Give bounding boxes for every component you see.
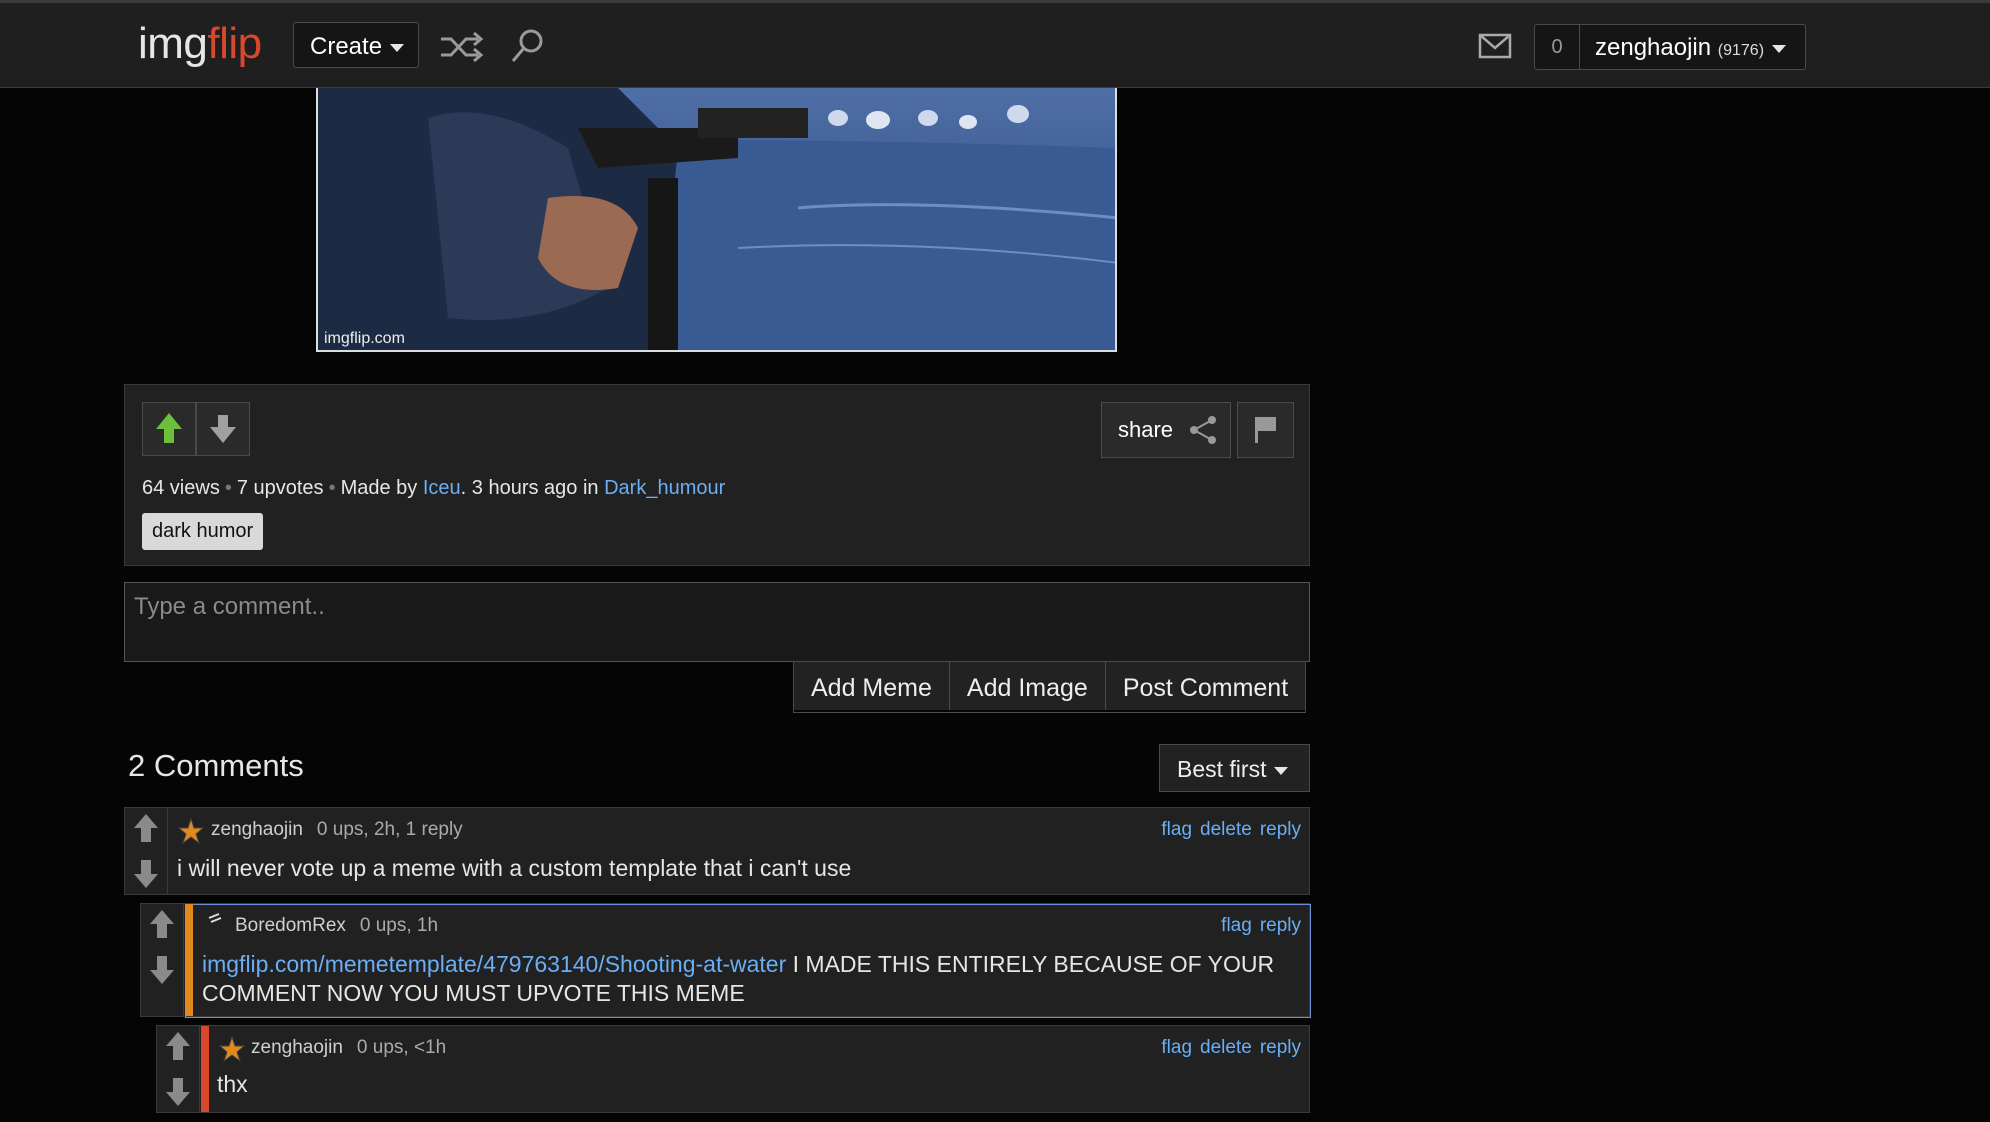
comment-input[interactable] bbox=[124, 582, 1310, 662]
comment-username[interactable]: zenghaojin bbox=[251, 1037, 343, 1058]
comment-downvote-button[interactable] bbox=[141, 948, 183, 990]
meme-upvote-button[interactable] bbox=[142, 402, 196, 456]
username-dropdown[interactable]: zenghaojin (9176) bbox=[1595, 34, 1787, 62]
chevron-down-icon bbox=[390, 43, 405, 52]
comment-upvote-button[interactable] bbox=[125, 808, 167, 850]
comment-text: i will never vote up a meme with a custo… bbox=[177, 855, 852, 881]
meme-image-illustration bbox=[318, 88, 1115, 350]
author-link[interactable]: Iceu bbox=[423, 477, 461, 499]
arrow-up-icon bbox=[156, 413, 182, 443]
comment-downvote-button[interactable] bbox=[157, 1070, 199, 1112]
arrow-down-icon bbox=[134, 860, 158, 888]
comment-item: BoredomRex 0 ups, 1h flag reply imgflip.co… bbox=[140, 903, 1311, 1018]
arrow-up-icon bbox=[166, 1032, 190, 1060]
user-menu[interactable]: 0 zenghaojin (9176) bbox=[1534, 24, 1806, 70]
search-icon[interactable] bbox=[508, 27, 548, 67]
reply-link[interactable]: reply bbox=[1260, 819, 1301, 840]
reply-accent-bar bbox=[201, 1026, 209, 1112]
mail-icon[interactable] bbox=[1478, 33, 1512, 59]
comment-item: zenghaojin 0 ups, <1h flag delete reply thx bbox=[156, 1025, 1310, 1113]
comment-username[interactable]: BoredomRex bbox=[235, 915, 346, 936]
comment-username[interactable]: zenghaojin bbox=[211, 819, 303, 840]
comment-downvote-button[interactable] bbox=[125, 852, 167, 894]
top-navbar: imgflip Create 0 zenghaojin (9176) bbox=[0, 0, 1990, 88]
reply-accent-bar bbox=[185, 904, 193, 1016]
comment-text: imgflip.com/memetemplate/479763140/Shoot… bbox=[202, 951, 1275, 1006]
create-button[interactable]: Create bbox=[293, 22, 419, 68]
meme-info-panel: share 64 views • 7 upvotes • Made by Iceu. 3… bbox=[124, 384, 1310, 566]
flag-link[interactable]: flag bbox=[1161, 1037, 1192, 1058]
meme-image[interactable]: imgflip.com bbox=[316, 88, 1117, 352]
flag-link[interactable]: flag bbox=[1161, 819, 1192, 840]
arrow-up-icon bbox=[150, 910, 174, 938]
comment-text: thx bbox=[217, 1071, 248, 1097]
star-icon bbox=[219, 1036, 245, 1062]
user-avatar-icon bbox=[208, 913, 222, 923]
chevron-down-icon bbox=[1274, 766, 1289, 775]
share-button[interactable]: share bbox=[1101, 402, 1231, 458]
flag-link[interactable]: flag bbox=[1221, 915, 1252, 936]
comment-upvote-button[interactable] bbox=[141, 904, 183, 946]
share-icon bbox=[1190, 416, 1216, 444]
star-icon bbox=[178, 818, 204, 844]
flag-button[interactable] bbox=[1237, 402, 1294, 458]
add-image-button[interactable]: Add Image bbox=[949, 662, 1106, 710]
stream-link[interactable]: Dark_humour bbox=[604, 477, 725, 499]
post-comment-button[interactable]: Post Comment bbox=[1105, 662, 1306, 710]
delete-link[interactable]: delete bbox=[1200, 1037, 1252, 1058]
arrow-down-icon bbox=[150, 956, 174, 984]
comment-upvote-button[interactable] bbox=[157, 1026, 199, 1068]
comment-actions: Add Meme Add Image Post Comment bbox=[793, 661, 1307, 713]
meme-meta: 64 views • 7 upvotes • Made by Iceu. 3 hours… bbox=[142, 477, 726, 499]
sort-dropdown[interactable]: Best first bbox=[1159, 744, 1310, 792]
comments-count: 2 Comments bbox=[128, 748, 304, 783]
comment-vote bbox=[157, 1026, 200, 1112]
imgflip-logo[interactable]: imgflip bbox=[138, 19, 262, 69]
notification-count[interactable]: 0 bbox=[1535, 25, 1580, 69]
shuffle-icon[interactable] bbox=[438, 27, 484, 67]
tag-dark-humor[interactable]: dark humor bbox=[142, 513, 264, 550]
template-link[interactable]: imgflip.com/memetemplate/479763140/Shoot… bbox=[202, 951, 786, 977]
arrow-down-icon bbox=[210, 415, 236, 443]
reply-link[interactable]: reply bbox=[1260, 1037, 1301, 1058]
arrow-down-icon bbox=[166, 1078, 190, 1106]
flag-icon bbox=[1255, 417, 1276, 443]
comment-item: zenghaojin 0 ups, 2h, 1 reply flag delete r… bbox=[124, 807, 1310, 895]
arrow-up-icon bbox=[134, 814, 158, 842]
add-meme-button[interactable]: Add Meme bbox=[794, 662, 950, 710]
delete-link[interactable]: delete bbox=[1200, 819, 1252, 840]
chevron-down-icon bbox=[1772, 44, 1787, 53]
meme-downvote-button[interactable] bbox=[196, 402, 250, 456]
comment-vote bbox=[125, 808, 168, 894]
reply-link[interactable]: reply bbox=[1260, 915, 1301, 936]
comment-vote bbox=[141, 904, 184, 1016]
